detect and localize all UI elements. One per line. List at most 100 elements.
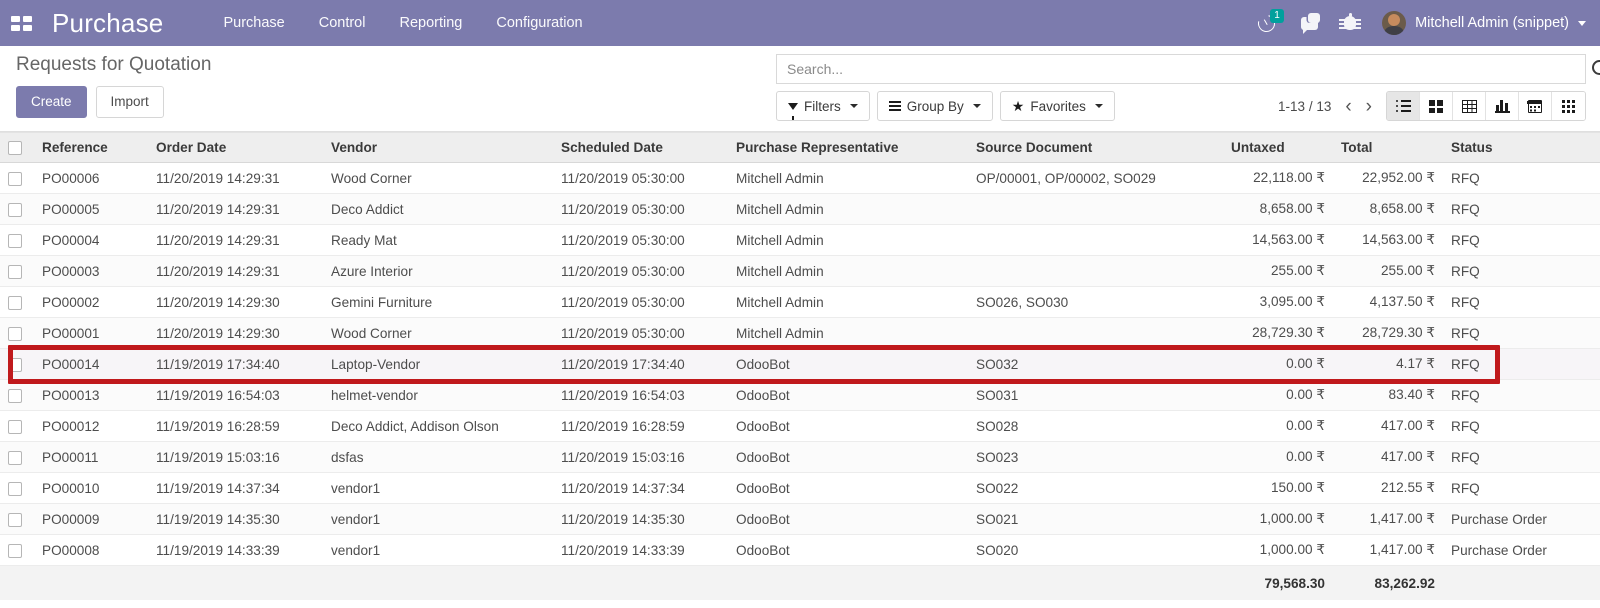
- row-checkbox[interactable]: [8, 203, 22, 218]
- calendar-view-icon: [1527, 99, 1542, 113]
- footer-spacer: [553, 565, 728, 600]
- user-menu-button[interactable]: Mitchell Admin (snippet): [1382, 11, 1586, 35]
- view-switcher-kanban-button[interactable]: [1420, 92, 1453, 120]
- view-switcher-graph-button[interactable]: [1486, 92, 1519, 120]
- activity-menu-button[interactable]: 1: [1254, 8, 1285, 35]
- column-header-purchase-representative[interactable]: Purchase Representative: [728, 131, 968, 164]
- cell-order-date: 11/20/2019 14:29:31: [148, 193, 323, 226]
- row-checkbox[interactable]: [8, 296, 22, 311]
- search-input[interactable]: [785, 60, 1577, 78]
- table-row[interactable]: PO00002 11/20/2019 14:29:30 Gemini Furnitu…: [0, 286, 1600, 319]
- group-by-dropdown-button[interactable]: Group By: [876, 91, 993, 121]
- row-checkbox[interactable]: [8, 420, 22, 435]
- cell-reference: PO00001: [34, 317, 148, 350]
- table-row[interactable]: PO00004 11/20/2019 14:29:31 Ready Mat 11/20…: [0, 224, 1600, 257]
- cell-total: 22,952.00 ₹: [1333, 162, 1443, 195]
- table-row[interactable]: PO00008 11/19/2019 14:33:39 vendor1 11/20/2…: [0, 534, 1600, 567]
- view-switcher-pivot-button[interactable]: [1453, 92, 1486, 120]
- create-button[interactable]: Create: [16, 86, 87, 119]
- table-row[interactable]: PO00010 11/19/2019 14:37:34 vendor1 11/20/2…: [0, 472, 1600, 505]
- view-switcher-list-button[interactable]: [1387, 92, 1420, 120]
- column-header-reference[interactable]: Reference: [34, 131, 148, 164]
- cell-status: RFQ: [1443, 255, 1600, 288]
- table-footer-row: 79,568.30 83,262.92: [0, 565, 1600, 600]
- favorites-label: Favorites: [1030, 98, 1086, 114]
- row-checkbox[interactable]: [8, 451, 22, 466]
- table-row[interactable]: PO00013 11/19/2019 16:54:03 helmet-vendor 1…: [0, 379, 1600, 412]
- row-checkbox[interactable]: [8, 265, 22, 280]
- column-header-status[interactable]: Status: [1443, 131, 1600, 164]
- cell-status: Purchase Order: [1443, 534, 1600, 567]
- menu-item-purchase[interactable]: Purchase: [223, 15, 284, 31]
- column-header-scheduled-date[interactable]: Scheduled Date: [553, 131, 728, 164]
- row-checkbox[interactable]: [8, 234, 22, 249]
- table-row[interactable]: PO00012 11/19/2019 16:28:59 Deco Addict, A…: [0, 410, 1600, 443]
- cell-source-document: [968, 193, 1223, 226]
- cell-representative: OdooBot: [728, 503, 968, 536]
- row-checkbox[interactable]: [8, 389, 22, 404]
- cell-representative: Mitchell Admin: [728, 162, 968, 195]
- menu-item-reporting[interactable]: Reporting: [399, 15, 462, 31]
- breadcrumb[interactable]: Requests for Quotation: [16, 54, 211, 76]
- cell-representative: OdooBot: [728, 410, 968, 443]
- table-row[interactable]: PO00009 11/19/2019 14:35:30 vendor1 11/20/2…: [0, 503, 1600, 536]
- pager-next-button[interactable]: ›: [1366, 97, 1372, 116]
- activity-count-badge: 1: [1270, 8, 1285, 23]
- cell-total: 28,729.30 ₹: [1333, 317, 1443, 350]
- table-body: PO00006 11/20/2019 14:29:31 Wood Corner 11/…: [0, 162, 1600, 567]
- table-row[interactable]: PO00006 11/20/2019 14:29:31 Wood Corner 11/…: [0, 162, 1600, 195]
- cell-status: RFQ: [1443, 441, 1600, 474]
- table-row[interactable]: PO00005 11/20/2019 14:29:31 Deco Addict 11/…: [0, 193, 1600, 226]
- row-checkbox[interactable]: [8, 358, 22, 373]
- select-all-header: [0, 131, 34, 164]
- table-row[interactable]: PO00001 11/20/2019 14:29:30 Wood Corner 11/…: [0, 317, 1600, 350]
- menu-item-control[interactable]: Control: [319, 15, 366, 31]
- select-all-checkbox[interactable]: [8, 141, 22, 156]
- column-header-order-date[interactable]: Order Date: [148, 131, 323, 164]
- pager-previous-button[interactable]: ‹: [1345, 97, 1351, 116]
- apps-grid-icon[interactable]: [10, 12, 32, 34]
- table-row[interactable]: PO00014 11/19/2019 17:34:40 Laptop-Vendor 1…: [0, 348, 1600, 381]
- cell-total: 212.55 ₹: [1333, 472, 1443, 505]
- column-header-total[interactable]: Total: [1333, 131, 1443, 164]
- cell-scheduled-date: 11/20/2019 14:33:39: [553, 534, 728, 567]
- row-select-cell: [0, 193, 34, 226]
- row-checkbox[interactable]: [8, 482, 22, 497]
- cell-representative: OdooBot: [728, 472, 968, 505]
- cell-scheduled-date: 11/20/2019 05:30:00: [553, 255, 728, 288]
- footer-spacer: [0, 565, 34, 600]
- debug-menu-button[interactable]: [1339, 13, 1362, 30]
- cell-vendor: vendor1: [323, 503, 553, 536]
- kanban-view-icon: [1429, 99, 1443, 113]
- table-row[interactable]: PO00003 11/20/2019 14:29:31 Azure Interior…: [0, 255, 1600, 288]
- row-checkbox[interactable]: [8, 327, 22, 342]
- cell-scheduled-date: 11/20/2019 16:54:03: [553, 379, 728, 412]
- favorites-dropdown-button[interactable]: ★ Favorites: [999, 91, 1115, 121]
- cell-source-document: SO023: [968, 441, 1223, 474]
- filters-dropdown-button[interactable]: Filters: [776, 91, 870, 121]
- row-checkbox[interactable]: [8, 172, 22, 187]
- column-header-vendor[interactable]: Vendor: [323, 131, 553, 164]
- column-header-source-document[interactable]: Source Document: [968, 131, 1223, 164]
- search-icon[interactable]: [1592, 60, 1600, 75]
- view-switcher-activity-button[interactable]: [1552, 92, 1585, 120]
- cell-status: RFQ: [1443, 286, 1600, 319]
- table-row[interactable]: PO00011 11/19/2019 15:03:16 dsfas 11/20/201…: [0, 441, 1600, 474]
- column-header-untaxed[interactable]: Untaxed: [1223, 131, 1333, 164]
- view-switcher-calendar-button[interactable]: [1519, 92, 1552, 120]
- cell-total: 417.00 ₹: [1333, 410, 1443, 443]
- messaging-menu-button[interactable]: [1301, 12, 1321, 34]
- import-button[interactable]: Import: [95, 86, 164, 119]
- cell-reference: PO00002: [34, 286, 148, 319]
- filter-row: Filters Group By ★ Favorites 1-13 / 13 ‹…: [776, 91, 1586, 121]
- app-brand-title[interactable]: Purchase: [52, 8, 163, 39]
- cell-representative: OdooBot: [728, 348, 968, 381]
- menu-item-configuration[interactable]: Configuration: [496, 15, 582, 31]
- table-header-row: Reference Order Date Vendor Scheduled Da…: [0, 131, 1600, 164]
- cell-source-document: SO032: [968, 348, 1223, 381]
- cell-vendor: vendor1: [323, 534, 553, 567]
- search-bar[interactable]: [776, 54, 1600, 84]
- row-checkbox[interactable]: [8, 544, 22, 559]
- cell-source-document: [968, 317, 1223, 350]
- row-checkbox[interactable]: [8, 513, 22, 528]
